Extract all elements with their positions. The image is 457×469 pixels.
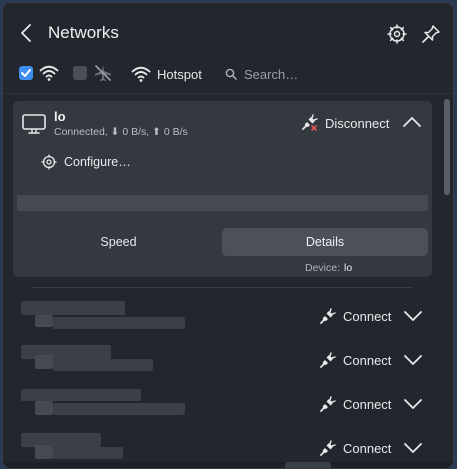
plug-icon	[320, 352, 336, 368]
speed-graph	[17, 195, 428, 211]
redacted-name	[21, 433, 101, 447]
disconnect-button[interactable]: Disconnect	[299, 113, 389, 133]
hotspot-label: Hotspot	[157, 66, 202, 82]
divider	[3, 93, 453, 94]
airplane-mode-checkbox[interactable]	[73, 66, 87, 80]
list-separator	[33, 287, 413, 288]
expand-button[interactable]	[403, 441, 423, 455]
connect-label: Connect	[343, 440, 392, 456]
connect-button[interactable]: Connect	[319, 438, 391, 458]
redacted-name	[21, 301, 125, 315]
tab-details[interactable]: Details	[222, 228, 428, 256]
connection-status: Connected, ⬇ 0 B/s, ⬆ 0 B/s	[54, 126, 188, 138]
unplug-icon	[302, 114, 318, 131]
back-button[interactable]	[15, 21, 39, 45]
wifi-checkbox[interactable]	[19, 66, 33, 80]
hotspot-button[interactable]: Hotspot	[131, 63, 202, 85]
gear-icon	[387, 24, 407, 44]
gear-icon	[41, 154, 57, 170]
device-label: Device:	[305, 262, 341, 274]
redacted-name	[53, 403, 185, 415]
active-connection-card: lo Connected, ⬇ 0 B/s, ⬆ 0 B/s Disconnec…	[13, 101, 432, 277]
tab-details-label: Details	[305, 235, 345, 249]
toolbar: Hotspot	[3, 59, 453, 91]
redacted-name	[53, 447, 123, 459]
list-item[interactable]: Connect	[3, 339, 441, 383]
configure-label: Configure…	[64, 155, 131, 169]
connection-name: lo	[54, 109, 66, 124]
bottom-tab[interactable]	[285, 462, 331, 468]
list-item[interactable]: Connect	[3, 383, 441, 427]
plug-icon	[320, 308, 336, 324]
pin-button[interactable]	[420, 23, 442, 45]
configure-button[interactable]: Configure…	[41, 152, 131, 172]
expand-button[interactable]	[403, 397, 423, 411]
connect-label: Connect	[343, 396, 392, 412]
search-input[interactable]	[244, 66, 414, 82]
connect-button[interactable]: Connect	[319, 350, 391, 370]
connect-label: Connect	[343, 308, 392, 324]
redacted-name	[21, 389, 141, 401]
tab-speed[interactable]: Speed	[17, 228, 220, 256]
redacted-name	[35, 315, 53, 327]
connect-button[interactable]: Connect	[319, 306, 391, 326]
device-info: Device: lo	[305, 262, 352, 274]
chevron-down-icon	[404, 399, 422, 409]
page-title: Networks	[48, 23, 119, 42]
pin-icon	[422, 25, 440, 43]
redacted-name	[35, 445, 53, 459]
wifi-icon	[39, 64, 59, 82]
expand-button[interactable]	[403, 353, 423, 367]
header: Networks	[3, 3, 453, 59]
expand-button[interactable]	[403, 309, 423, 323]
search-box[interactable]	[225, 63, 435, 85]
device-value: lo	[344, 262, 353, 274]
scrollbar[interactable]	[444, 99, 450, 195]
redacted-name	[35, 355, 53, 369]
networks-panel: Networks Hotspot lo	[2, 2, 454, 469]
collapse-button[interactable]	[402, 114, 422, 130]
plug-icon	[320, 440, 336, 456]
chevron-up-icon	[403, 117, 421, 127]
chevron-left-icon	[21, 24, 31, 42]
chevron-down-icon	[404, 355, 422, 365]
settings-button[interactable]	[386, 23, 408, 45]
monitor-icon	[21, 113, 47, 135]
chevron-down-icon	[404, 443, 422, 453]
redacted-name	[53, 359, 153, 371]
wifi-icon	[131, 66, 151, 82]
redacted-name	[35, 401, 53, 415]
airplane-off-icon	[93, 63, 113, 81]
connect-label: Connect	[343, 352, 392, 368]
disconnect-label: Disconnect	[325, 115, 390, 131]
list-item[interactable]: Connect	[3, 295, 441, 339]
plug-icon	[320, 396, 336, 412]
search-icon	[225, 68, 237, 80]
redacted-name	[53, 317, 185, 329]
chevron-down-icon	[404, 311, 422, 321]
connect-button[interactable]: Connect	[319, 394, 391, 414]
tab-speed-label: Speed	[100, 235, 137, 249]
check-icon	[21, 69, 31, 77]
bottom-strip	[3, 462, 453, 468]
